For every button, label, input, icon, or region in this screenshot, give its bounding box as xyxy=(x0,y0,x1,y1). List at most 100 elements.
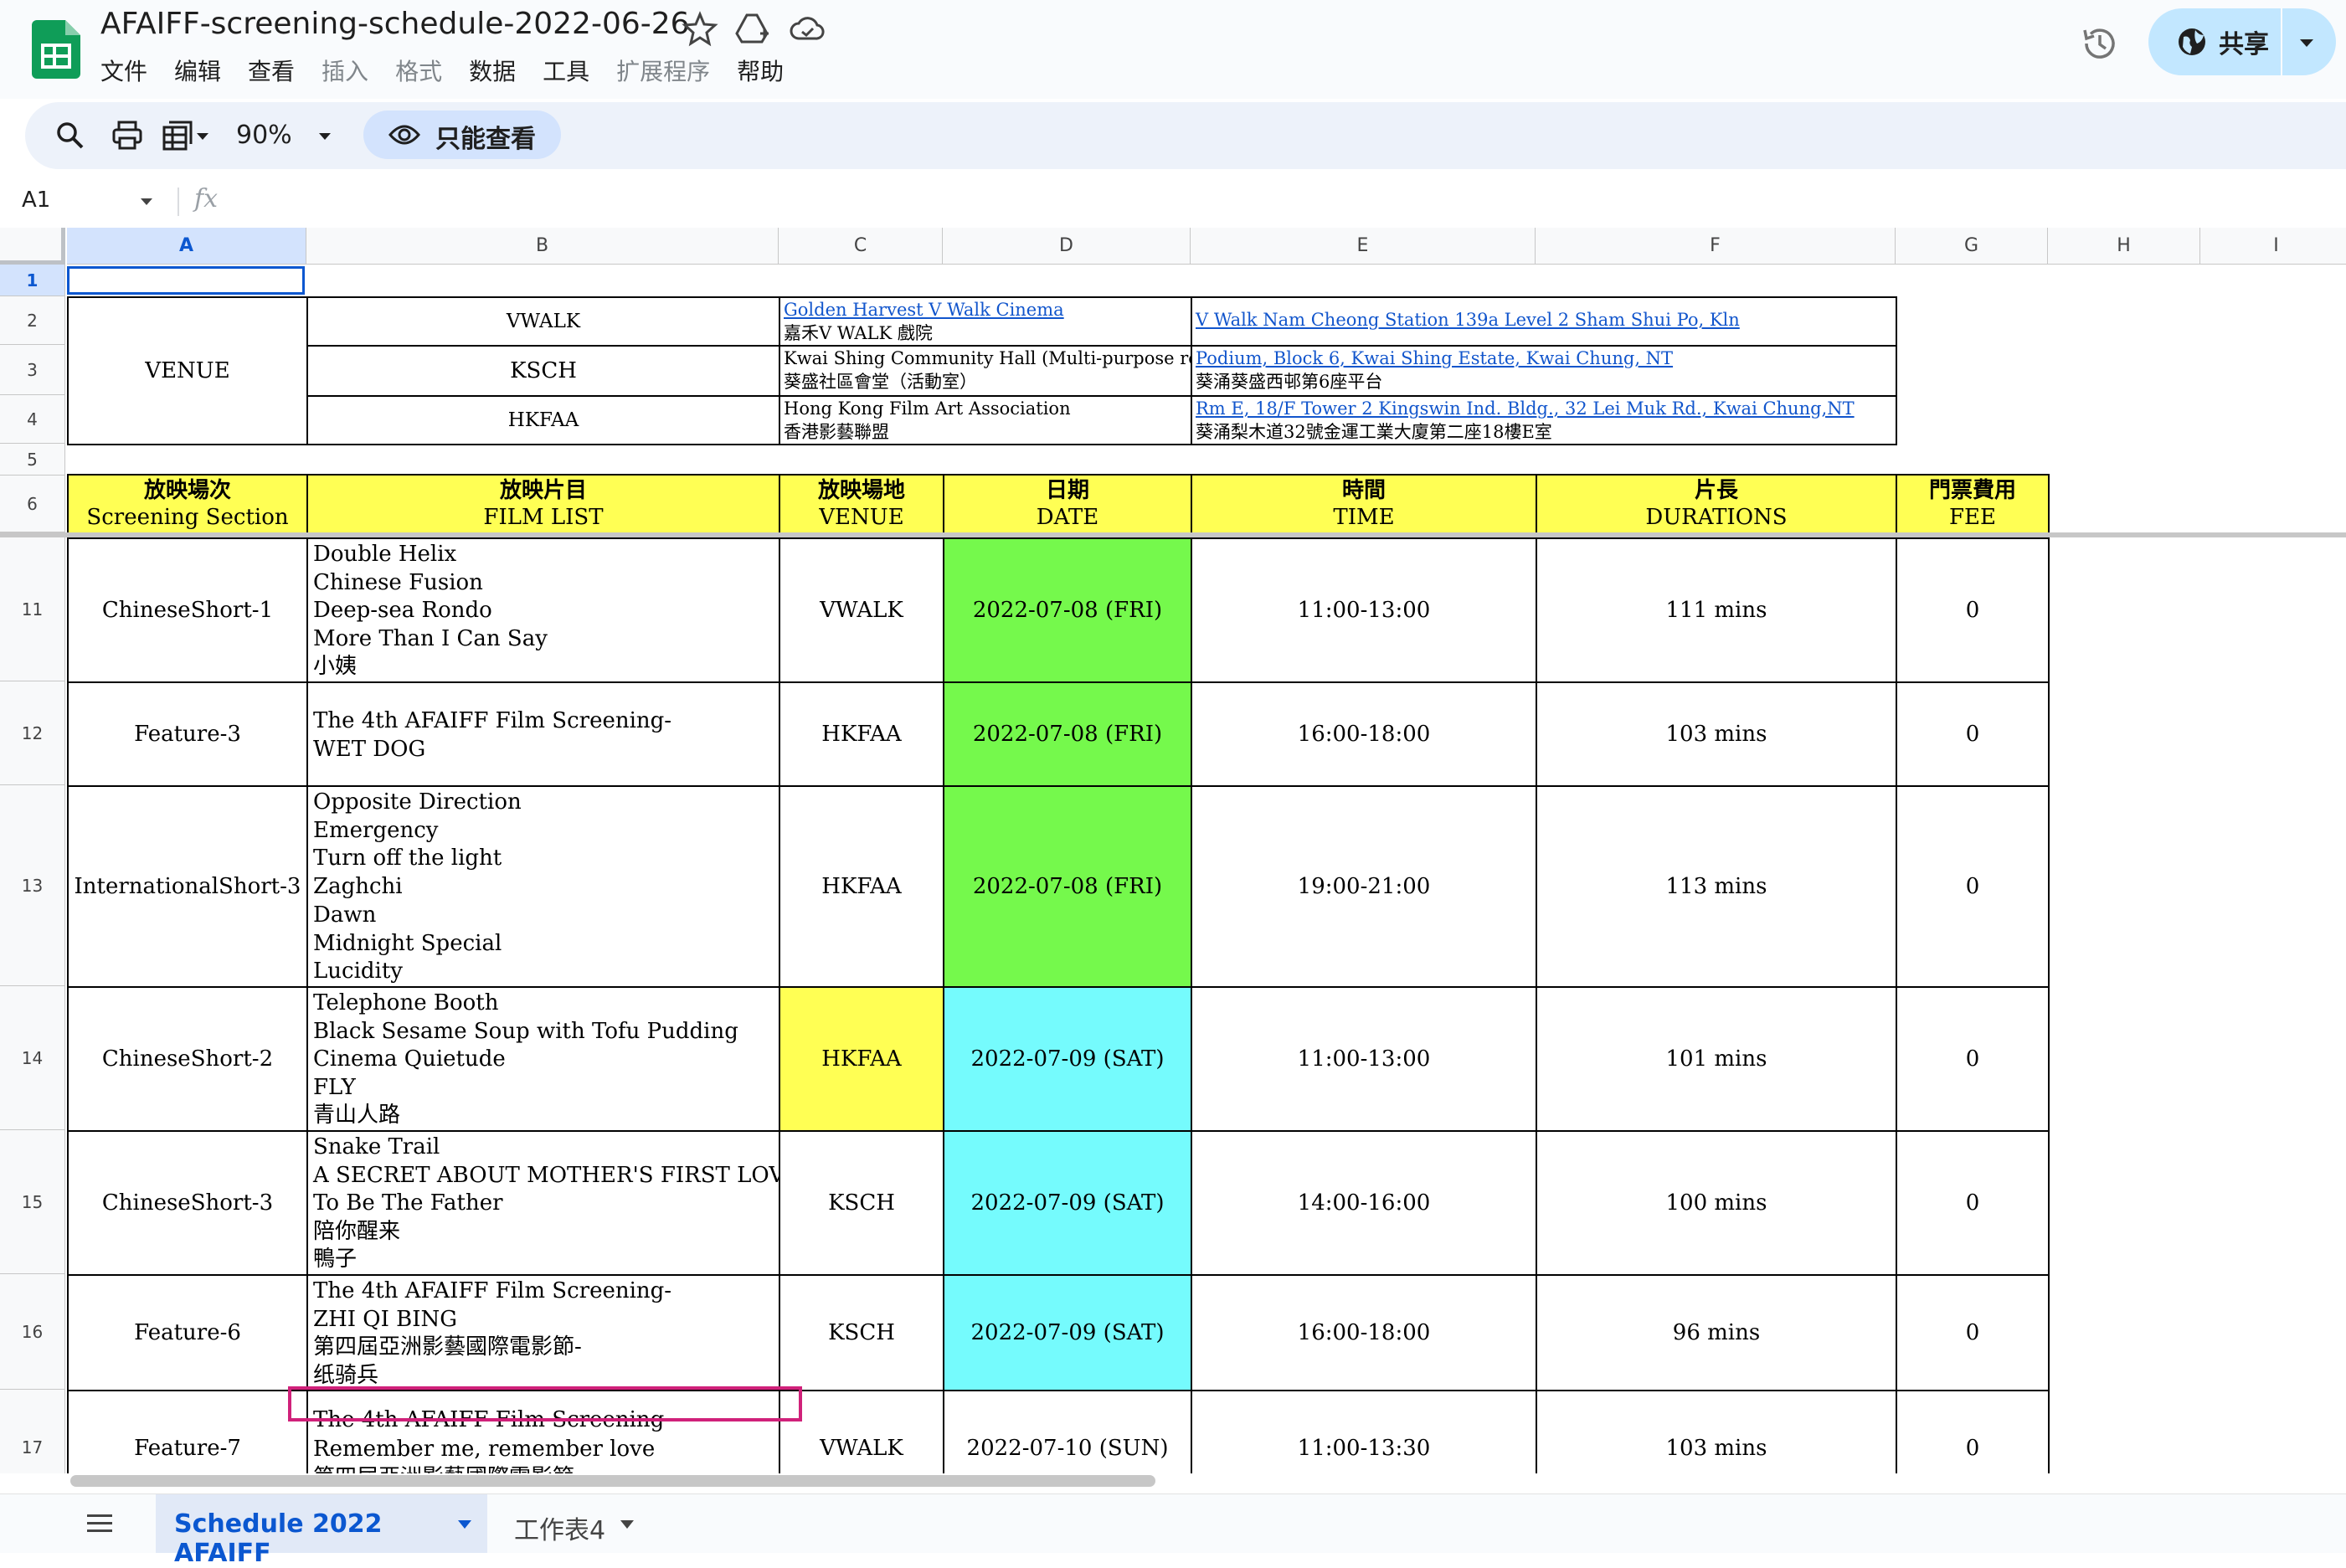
header-cell-venue[interactable]: 放映場地 VENUE xyxy=(779,474,944,534)
cell-duration[interactable]: 101 mins xyxy=(1536,986,1897,1132)
cell-time[interactable]: 11:00-13:00 xyxy=(1191,537,1537,683)
row-header[interactable]: 15 xyxy=(0,1130,65,1274)
cell-films[interactable]: Telephone Booth Black Sesame Soup with To… xyxy=(306,986,780,1132)
column-header[interactable]: H xyxy=(2048,228,2200,265)
cell-venue[interactable]: HKFAA xyxy=(779,681,944,787)
row-header[interactable]: 11 xyxy=(0,537,65,681)
chevron-down-icon[interactable] xyxy=(2297,33,2316,52)
cell-venue[interactable]: VWALK xyxy=(779,1390,944,1473)
venue-address-link[interactable]: Rm E, 18/F Tower 2 Kingswin Ind. Bldg., … xyxy=(1196,397,1892,420)
cell-section[interactable]: Feature-3 xyxy=(67,681,308,787)
venue-code-cell[interactable]: VWALK xyxy=(306,296,780,347)
header-cell-fee[interactable]: 門票費用 FEE xyxy=(1896,474,2050,534)
venue-code-cell[interactable]: KSCH xyxy=(306,345,780,397)
cell-section[interactable]: ChineseShort-3 xyxy=(67,1130,308,1276)
print-icon[interactable] xyxy=(111,119,144,152)
row-header[interactable]: 4 xyxy=(0,395,65,444)
tab-schedule-2022[interactable]: Schedule 2022 AFAIFF xyxy=(156,1494,487,1568)
cell-time[interactable]: 19:00-21:00 xyxy=(1191,785,1537,988)
select-all-corner[interactable] xyxy=(0,228,65,265)
header-cell-date[interactable]: 日期 DATE xyxy=(943,474,1192,534)
cell-venue[interactable]: HKFAA xyxy=(779,785,944,988)
chevron-down-icon[interactable] xyxy=(194,119,211,152)
venue-address-cell[interactable]: V Walk Nam Cheong Station 139a Level 2 S… xyxy=(1191,296,1897,347)
venue-label-cell[interactable]: VENUE xyxy=(67,296,308,445)
cell-films[interactable]: Opposite Direction Emergency Turn off the … xyxy=(306,785,780,988)
menu-icon[interactable] xyxy=(87,1514,112,1533)
cell-time[interactable]: 16:00-18:00 xyxy=(1191,1274,1537,1391)
column-header[interactable]: F xyxy=(1536,228,1896,265)
cell-fee[interactable]: 0 xyxy=(1896,785,2050,988)
column-header[interactable]: E xyxy=(1191,228,1536,265)
cell-section[interactable]: Feature-7 xyxy=(67,1390,308,1473)
row-header[interactable]: 16 xyxy=(0,1274,65,1390)
cell-section[interactable]: InternationalShort-3 xyxy=(67,785,308,988)
row-header[interactable]: 2 xyxy=(0,296,65,345)
cell-venue[interactable]: KSCH xyxy=(779,1130,944,1276)
tab-sheet4[interactable]: 工作表4 xyxy=(514,1509,605,1546)
venue-address-link[interactable]: Podium, Block 6, Kwai Shing Estate, Kwai… xyxy=(1196,347,1892,370)
menu-format[interactable]: 格式 xyxy=(395,54,442,87)
cell-fee[interactable]: 0 xyxy=(1896,1274,2050,1391)
sheets-logo-icon[interactable] xyxy=(32,20,80,79)
row-header[interactable]: 13 xyxy=(0,785,65,986)
cell-fee[interactable]: 0 xyxy=(1896,1130,2050,1276)
paint-format-icon[interactable] xyxy=(161,119,194,152)
cell-duration[interactable]: 96 mins xyxy=(1536,1274,1897,1391)
cell-duration[interactable]: 111 mins xyxy=(1536,537,1897,683)
venue-name-cell[interactable]: Hong Kong Film Art Association 香港影藝聯盟 xyxy=(779,395,1192,445)
row-header[interactable]: 12 xyxy=(0,681,65,785)
cell-date[interactable]: 2022-07-10 (SUN) xyxy=(943,1390,1192,1473)
cell-time[interactable]: 16:00-18:00 xyxy=(1191,681,1537,787)
venue-code-cell[interactable]: HKFAA xyxy=(306,395,780,445)
cell-films[interactable]: The 4th AFAIFF Film Screening- ZHI QI BIN… xyxy=(306,1274,780,1391)
cell-date[interactable]: 2022-07-08 (FRI) xyxy=(943,681,1192,787)
menu-edit[interactable]: 编辑 xyxy=(174,54,221,87)
selected-cell-a1[interactable] xyxy=(67,266,305,295)
search-icon[interactable] xyxy=(54,119,87,152)
version-history-icon[interactable] xyxy=(2078,22,2122,65)
menu-file[interactable]: 文件 xyxy=(100,54,147,87)
venue-name-cell[interactable]: Kwai Shing Community Hall (Multi-purpose… xyxy=(779,345,1192,397)
view-only-button[interactable]: 只能查看 xyxy=(363,111,561,159)
cell-films[interactable]: Snake Trail A SECRET ABOUT MOTHER'S FIRST… xyxy=(306,1130,780,1276)
cell-date[interactable]: 2022-07-09 (SAT) xyxy=(943,1274,1192,1391)
cell-venue[interactable]: VWALK xyxy=(779,537,944,683)
menu-data[interactable]: 数据 xyxy=(469,54,516,87)
cell-date[interactable]: 2022-07-08 (FRI) xyxy=(943,537,1192,683)
menu-insert[interactable]: 插入 xyxy=(322,54,368,87)
cloud-status-icon[interactable] xyxy=(789,10,826,47)
row-header[interactable]: 1 xyxy=(0,265,65,296)
column-header[interactable]: A xyxy=(67,228,306,265)
cell-time[interactable]: 14:00-16:00 xyxy=(1191,1130,1537,1276)
venue-name-link[interactable]: Golden Harvest V Walk Cinema xyxy=(784,298,1187,321)
header-cell-time[interactable]: 時間 TIME xyxy=(1191,474,1537,534)
cell-duration[interactable]: 103 mins xyxy=(1536,681,1897,787)
cell-fee[interactable]: 0 xyxy=(1896,986,2050,1132)
cell-fee[interactable]: 0 xyxy=(1896,537,2050,683)
zoom-dropdown-icon[interactable] xyxy=(316,119,333,152)
chevron-down-icon[interactable] xyxy=(620,1519,635,1529)
cell-venue[interactable]: KSCH xyxy=(779,1274,944,1391)
cell-section[interactable]: ChineseShort-2 xyxy=(67,986,308,1132)
column-header[interactable]: B xyxy=(306,228,779,265)
row-header[interactable]: 14 xyxy=(0,986,65,1130)
row-header[interactable]: 5 xyxy=(0,444,65,476)
menu-help[interactable]: 帮助 xyxy=(737,54,784,87)
cell-date[interactable]: 2022-07-09 (SAT) xyxy=(943,1130,1192,1276)
zoom-value[interactable]: 90% xyxy=(236,121,292,150)
cell-date[interactable]: 2022-07-09 (SAT) xyxy=(943,986,1192,1132)
cell-section[interactable]: Feature-6 xyxy=(67,1274,308,1391)
venue-address-link[interactable]: V Walk Nam Cheong Station 139a Level 2 S… xyxy=(1196,308,1892,332)
column-header[interactable]: I xyxy=(2200,228,2346,265)
star-icon[interactable] xyxy=(682,10,718,47)
header-cell-film-list[interactable]: 放映片目 FILM LIST xyxy=(306,474,780,534)
cell-films[interactable]: The 4th AFAIFF Film Screening- WET DOG xyxy=(306,681,780,787)
row-header[interactable]: 6 xyxy=(0,476,65,532)
spreadsheet-grid[interactable]: A B C D E F G H I 1 2 3 4 5 6 11 12 13 1… xyxy=(0,228,2346,1473)
venue-address-cell[interactable]: Podium, Block 6, Kwai Shing Estate, Kwai… xyxy=(1191,345,1897,397)
venue-address-cell[interactable]: Rm E, 18/F Tower 2 Kingswin Ind. Bldg., … xyxy=(1191,395,1897,445)
name-box-dropdown-icon[interactable] xyxy=(139,196,154,208)
menu-view[interactable]: 查看 xyxy=(248,54,295,87)
cell-section[interactable]: ChineseShort-1 xyxy=(67,537,308,683)
